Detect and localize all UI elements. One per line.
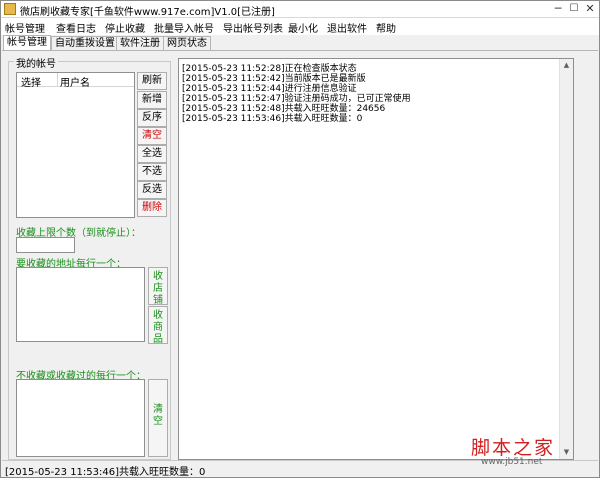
- status-text: [2015-05-23 11:53:46]共载入旺旺数量：0: [5, 467, 206, 478]
- watermark-main: 脚本之家: [471, 437, 556, 459]
- tab-auto-redial[interactable]: 自动重拨设置: [51, 36, 119, 51]
- log-textarea[interactable]: [2015-05-23 11:52:28]正在检查版本状态 [2015-05-2…: [178, 58, 574, 460]
- refresh-button[interactable]: 刷新: [137, 72, 167, 90]
- menu-view-log[interactable]: 查看日志: [56, 20, 96, 35]
- column-divider[interactable]: [57, 73, 58, 87]
- account-group-title: 我的帐号: [14, 55, 58, 70]
- limit-input[interactable]: [16, 237, 75, 253]
- account-list-header: 选择 用户名: [17, 73, 134, 89]
- delete-button[interactable]: 删除: [137, 199, 167, 217]
- collect-shop-button[interactable]: 收店铺: [148, 267, 168, 306]
- select-all-button[interactable]: 全选: [137, 145, 167, 163]
- menu-export-list[interactable]: 导出帐号列表: [223, 20, 283, 35]
- menu-batch-import[interactable]: 批量导入帐号: [154, 20, 214, 35]
- collect-goods-label: 收商品: [153, 310, 163, 345]
- title-bar: 微店刷收藏专家[千鱼软件www.917e.com]V1.0[已注册] ─ ☐ ✕: [1, 1, 599, 18]
- tab-web-status[interactable]: 网页状态: [163, 36, 211, 51]
- window-title: 微店刷收藏专家[千鱼软件www.917e.com]V1.0[已注册]: [20, 7, 275, 18]
- menu-exit[interactable]: 退出软件: [327, 20, 367, 35]
- invert-selection-button[interactable]: 反选: [137, 181, 167, 199]
- collect-shop-label: 收店铺: [153, 271, 163, 306]
- clear-exclude-button[interactable]: 清空: [148, 379, 168, 457]
- account-list[interactable]: 选择 用户名: [16, 72, 135, 218]
- clear-accounts-button[interactable]: 清空: [137, 127, 167, 145]
- menu-account-manage[interactable]: 帐号管理: [5, 20, 45, 35]
- log-line: [2015-05-23 11:53:46]共载入旺旺数量：0: [182, 114, 363, 124]
- collect-goods-button[interactable]: 收商品: [148, 306, 168, 345]
- select-none-button[interactable]: 不选: [137, 163, 167, 181]
- tab-bar: 帐号管理 自动重拨设置 软件注册 网页状态: [1, 35, 599, 51]
- watermark-url: www.jb51.net: [481, 457, 543, 467]
- watermark-logo: 脚本之家 www.jb51.net: [471, 433, 591, 469]
- reverse-order-button[interactable]: 反序: [137, 109, 167, 127]
- scroll-up-icon[interactable]: ▲: [560, 59, 573, 72]
- add-button[interactable]: 新增: [137, 91, 167, 109]
- tab-software-register[interactable]: 软件注册: [116, 36, 164, 51]
- menu-minimize[interactable]: 最小化: [288, 20, 318, 35]
- address-textarea[interactable]: [16, 267, 145, 342]
- column-select[interactable]: 选择: [21, 74, 41, 89]
- exclude-textarea[interactable]: [16, 379, 145, 457]
- main-window: 微店刷收藏专家[千鱼软件www.917e.com]V1.0[已注册] ─ ☐ ✕…: [0, 0, 600, 478]
- menu-bar: 帐号管理 查看日志 停止收藏 批量导入帐号 导出帐号列表 最小化 退出软件 帮助: [1, 18, 599, 35]
- menu-stop-collect[interactable]: 停止收藏: [105, 20, 145, 35]
- column-username[interactable]: 用户名: [60, 74, 90, 89]
- close-icon[interactable]: ✕: [581, 1, 599, 17]
- log-scrollbar[interactable]: ▲ ▼: [559, 59, 573, 459]
- tab-account-manage[interactable]: 帐号管理: [3, 35, 51, 51]
- app-icon: [4, 3, 16, 15]
- menu-help[interactable]: 帮助: [376, 20, 396, 35]
- clear-exclude-label: 清空: [153, 404, 163, 427]
